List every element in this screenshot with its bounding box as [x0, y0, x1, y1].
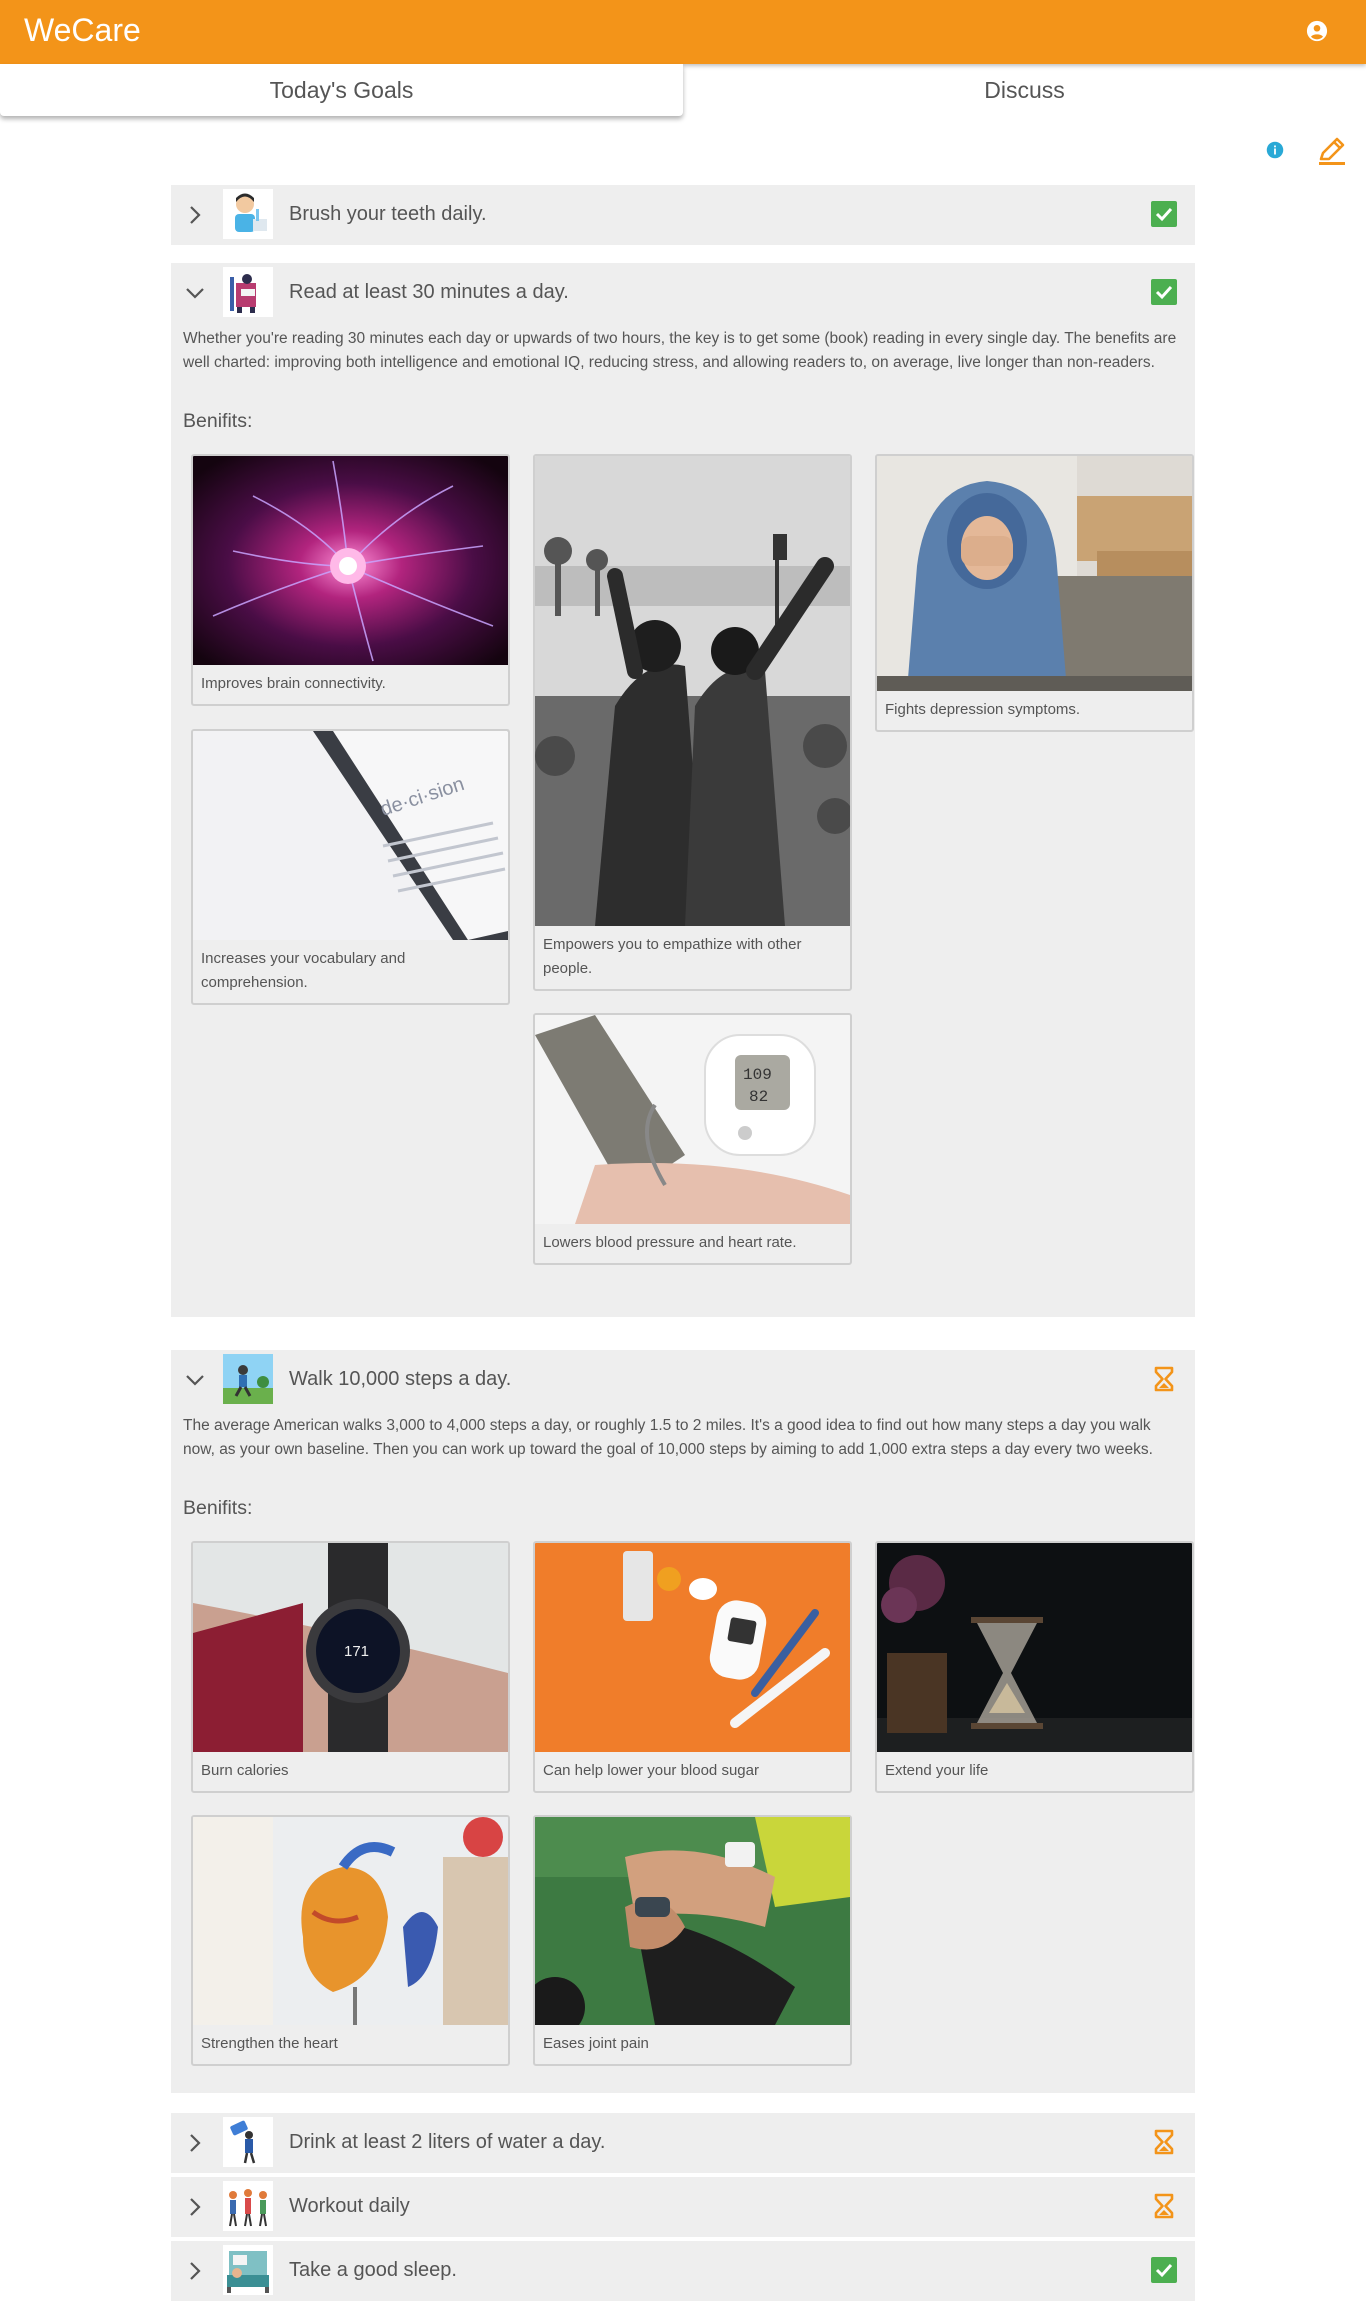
checkbox-checked-icon[interactable]	[1150, 2256, 1178, 2284]
knee-injury-image	[535, 1817, 850, 2025]
plasma-ball-image	[193, 456, 508, 665]
checkbox-checked-icon[interactable]	[1150, 278, 1178, 306]
account-circle-icon[interactable]	[1306, 20, 1328, 42]
goal-title: Take a good sleep.	[289, 2259, 457, 2281]
glucose-meter-image	[535, 1543, 850, 1752]
benefit-card[interactable]: 171 Burn calories	[191, 1541, 510, 1793]
benefit-card[interactable]: Strengthen the heart	[191, 1815, 510, 2066]
goal-title: Drink at least 2 liters of water a day.	[289, 2131, 606, 2153]
goal-description: The average American walks 3,000 to 4,00…	[183, 1417, 1153, 1458]
goal-title: Walk 10,000 steps a day.	[289, 1368, 512, 1390]
benefit-card[interactable]: Improves brain connectivity.	[191, 454, 510, 706]
goal-panel-sleep: Take a good sleep.	[171, 2241, 1195, 2301]
chevron-right-icon[interactable]	[183, 203, 207, 227]
info-icon[interactable]	[1266, 141, 1284, 159]
brushing-teeth-illustration	[223, 189, 273, 239]
benefits-heading: Benifits:	[183, 410, 253, 432]
benefit-card[interactable]: Can help lower your blood sugar	[533, 1541, 852, 1793]
benefit-card[interactable]: 109 82 Lowers blood pressure and heart r…	[533, 1013, 852, 1265]
sleeping-illustration	[223, 2245, 273, 2295]
goal-header[interactable]: Walk 10,000 steps a day.	[171, 1350, 1195, 1408]
goal-header[interactable]: Read at least 30 minutes a day.	[171, 263, 1195, 321]
goal-panel-brush-teeth: Brush your teeth daily.	[171, 185, 1195, 245]
protest-crowd-image	[535, 456, 850, 926]
blood-pressure-monitor-image: 109 82	[535, 1015, 850, 1224]
benefits-heading: Benifits:	[183, 1497, 253, 1519]
benefit-card[interactable]: Eases joint pain	[533, 1815, 852, 2066]
pencil-edit-icon[interactable]	[1316, 134, 1348, 166]
reading-person-illustration	[223, 267, 273, 317]
benefit-caption: Extend your life	[885, 1762, 989, 1779]
benefit-caption: Lowers blood pressure and heart rate.	[543, 1234, 797, 1251]
benefit-card[interactable]: Extend your life	[875, 1541, 1194, 1793]
chevron-right-icon[interactable]	[183, 2131, 207, 2155]
benefit-caption: Eases joint pain	[543, 2035, 649, 2052]
goal-description: Whether you're reading 30 minutes each d…	[183, 330, 1177, 371]
chevron-down-icon[interactable]	[183, 1368, 207, 1392]
hourglass-icon[interactable]	[1150, 1365, 1178, 1393]
benefit-caption: Improves brain connectivity.	[201, 675, 386, 692]
goal-panel-walk: Walk 10,000 steps a day. The average Ame…	[171, 1350, 1195, 2093]
hourglass-icon[interactable]	[1150, 2192, 1178, 2220]
drinking-water-illustration	[223, 2117, 273, 2167]
app-title: WeCare	[24, 12, 141, 48]
checkbox-checked-icon[interactable]	[1150, 200, 1178, 228]
benefit-caption: Empowers you to empathize with other peo…	[543, 936, 802, 977]
app-bar: WeCare	[0, 0, 1366, 64]
benefit-caption: Strengthen the heart	[201, 2035, 338, 2052]
hourglass-icon[interactable]	[1150, 2128, 1178, 2156]
tab-bar: Today's Goals Discuss	[0, 64, 1366, 116]
chevron-right-icon[interactable]	[183, 2195, 207, 2219]
tab-discuss[interactable]: Discuss	[683, 64, 1366, 116]
goal-header[interactable]: Brush your teeth daily.	[171, 185, 1195, 243]
dictionary-phone-image: de·ci·sion	[193, 731, 508, 940]
goal-title: Workout daily	[289, 2195, 410, 2217]
goal-title: Brush your teeth daily.	[289, 203, 487, 225]
goal-panel-workout: Workout daily	[171, 2177, 1195, 2237]
walking-person-illustration	[223, 1354, 273, 1404]
chevron-right-icon[interactable]	[183, 2259, 207, 2283]
goal-panel-reading: Read at least 30 minutes a day. Whether …	[171, 263, 1195, 1317]
benefit-caption: Fights depression symptoms.	[885, 701, 1081, 718]
benefit-caption: Increases your vocabulary and comprehens…	[201, 950, 406, 991]
goal-panel-water: Drink at least 2 liters of water a day.	[171, 2113, 1195, 2173]
smartwatch-wrist-image: 171	[193, 1543, 508, 1752]
goal-header[interactable]: Take a good sleep.	[171, 2241, 1195, 2299]
benefit-caption: Burn calories	[201, 1762, 289, 1779]
chevron-down-icon[interactable]	[183, 281, 207, 305]
benefit-card[interactable]: de·ci·sion Increases your vocabulary and…	[191, 729, 510, 1005]
svg-text:109: 109	[743, 1066, 772, 1084]
benefit-caption: Can help lower your blood sugar	[543, 1762, 759, 1779]
goal-header[interactable]: Workout daily	[171, 2177, 1195, 2235]
goal-title: Read at least 30 minutes a day.	[289, 281, 569, 303]
svg-text:171: 171	[344, 1643, 369, 1660]
heart-model-image	[193, 1817, 508, 2025]
svg-text:82: 82	[749, 1088, 768, 1106]
tab-todays-goals[interactable]: Today's Goals	[0, 64, 683, 116]
hourglass-photo-image	[877, 1543, 1192, 1752]
workout-group-illustration	[223, 2181, 273, 2231]
benefit-card[interactable]: Fights depression symptoms.	[875, 454, 1194, 732]
stressed-person-image	[877, 456, 1192, 691]
benefit-card[interactable]: Empowers you to empathize with other peo…	[533, 454, 852, 991]
goal-header[interactable]: Drink at least 2 liters of water a day.	[171, 2113, 1195, 2171]
